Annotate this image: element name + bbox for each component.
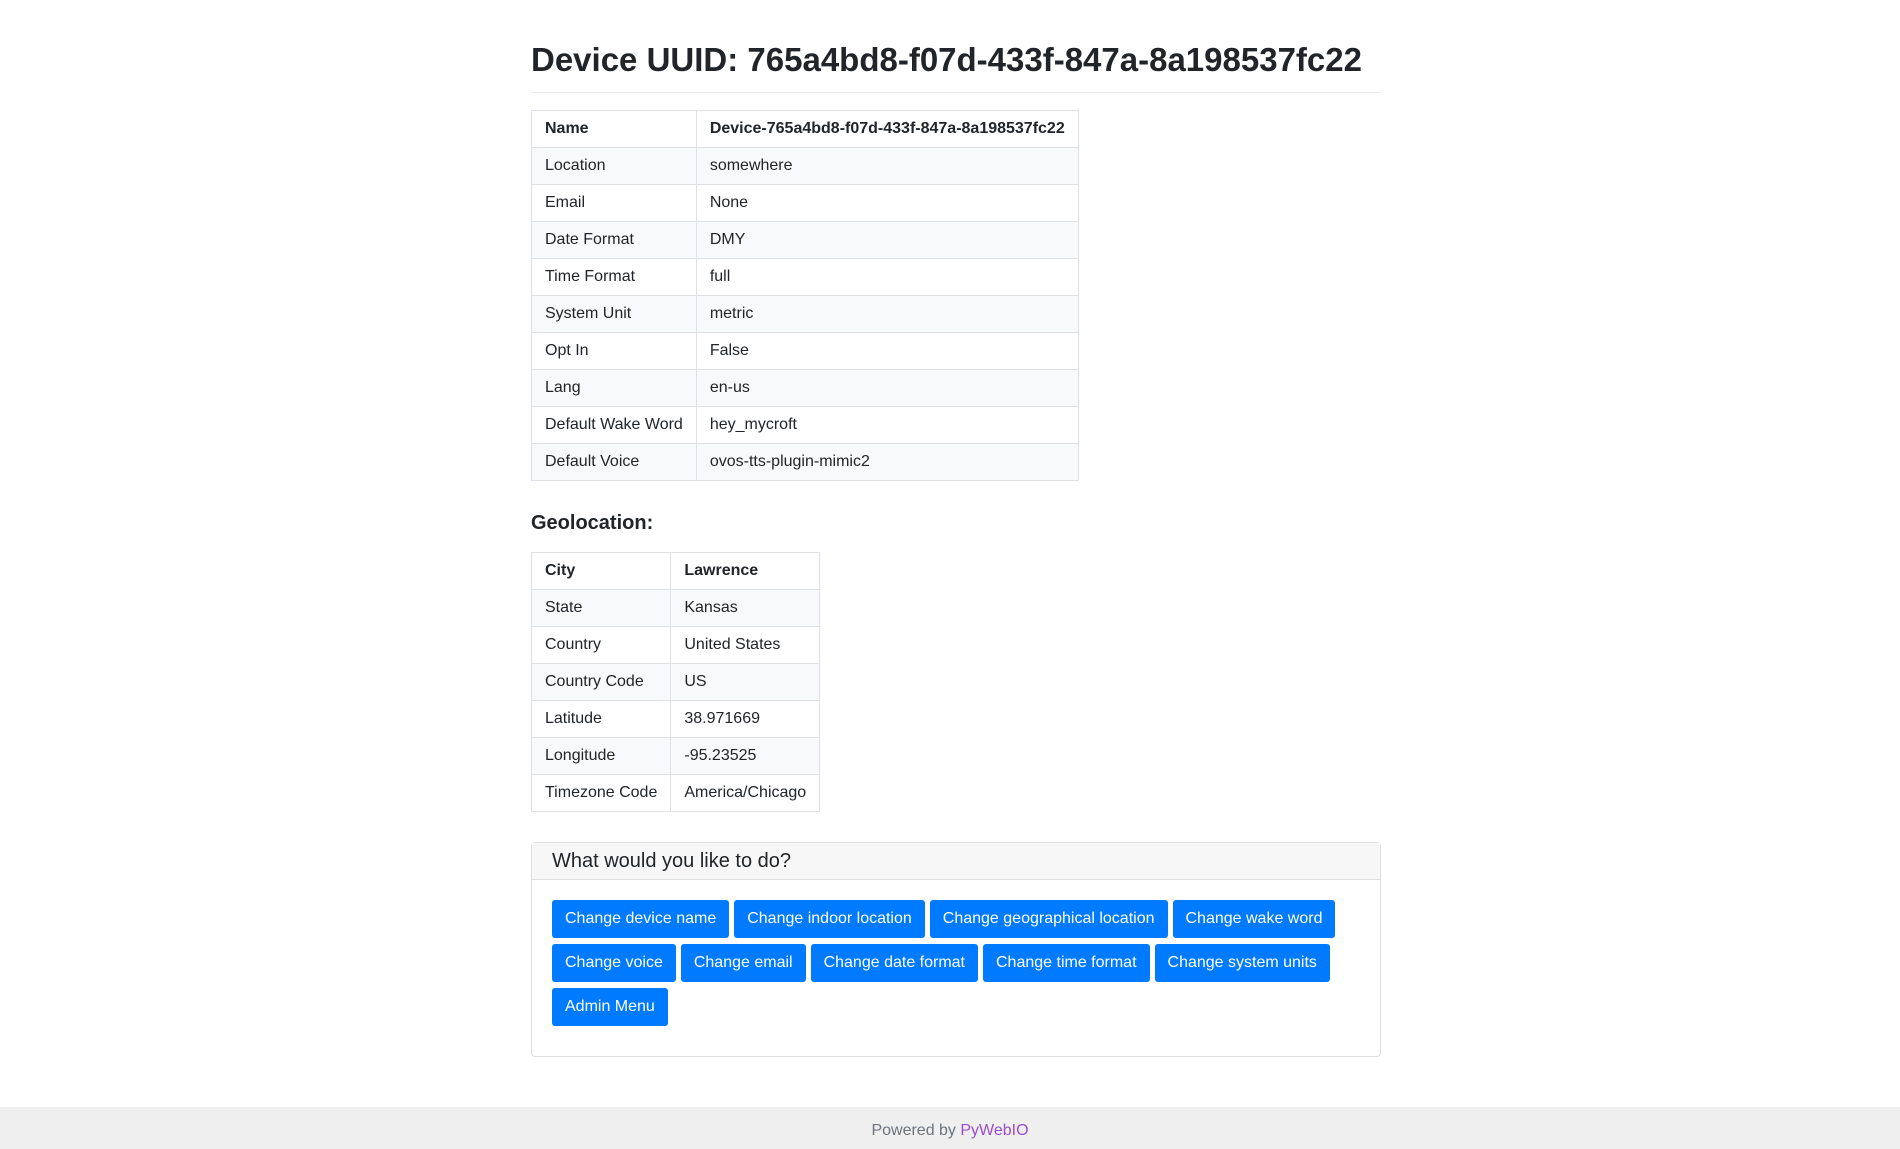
change-system-units-button[interactable]: Change system units <box>1154 944 1330 982</box>
field-value: Kansas <box>670 589 821 627</box>
field-label: Timezone Code <box>530 774 672 812</box>
device-info-table: Name Device-765a4bd8-f07d-433f-847a-8a198… <box>531 110 1079 481</box>
footer: Powered by PyWebIO <box>0 1107 1900 1149</box>
table-row: Default Voice ovos-tts-plugin-mimic2 <box>531 443 1079 481</box>
field-value: metric <box>695 295 1079 333</box>
geolocation-heading: Geolocation: <box>531 512 654 534</box>
footer-prefix: Powered by <box>871 1122 961 1139</box>
change-time-format-button[interactable]: Change time format <box>983 944 1150 982</box>
field-label: Location <box>531 147 697 185</box>
field-label: Lang <box>531 369 697 407</box>
table-row: Name Device-765a4bd8-f07d-433f-847a-8a198… <box>531 110 1079 148</box>
field-label: Country Code <box>530 663 672 701</box>
pywebio-link[interactable]: PyWebIO <box>960 1122 1028 1139</box>
table-row: Lang en-us <box>531 369 1079 407</box>
field-value: None <box>695 184 1079 222</box>
field-value: America/Chicago <box>670 774 821 812</box>
field-label: Date Format <box>531 221 697 259</box>
table-row: Date Format DMY <box>531 221 1079 259</box>
field-value: US <box>670 663 821 701</box>
field-value: False <box>695 332 1079 370</box>
actions-card: What would you like to do? Change device… <box>531 842 1381 1057</box>
table-row: State Kansas <box>530 589 821 627</box>
field-value: Lawrence <box>670 552 821 590</box>
admin-menu-button[interactable]: Admin Menu <box>552 988 668 1026</box>
table-row: Location somewhere <box>531 147 1079 185</box>
field-value: United States <box>670 626 821 664</box>
field-value: 38.971669 <box>670 700 821 738</box>
field-label: Time Format <box>531 258 697 296</box>
change-device-name-button[interactable]: Change device name <box>552 900 730 938</box>
field-label: Longitude <box>530 737 672 775</box>
geolocation-table: City Lawrence State Kansas Country United S… <box>530 552 821 812</box>
change-indoor-location-button[interactable]: Change indoor location <box>734 900 925 938</box>
field-value: full <box>695 258 1079 296</box>
field-value: ovos-tts-plugin-mimic2 <box>695 443 1079 481</box>
actions-card-header: What would you like to do? <box>532 843 1380 880</box>
actions-card-body: Change device name Change indoor locatio… <box>532 880 1380 1056</box>
table-row: City Lawrence <box>530 552 821 590</box>
table-row: Country United States <box>530 626 821 664</box>
field-label: Country <box>530 626 672 664</box>
page: Device UUID: 765a4bd8-f07d-433f-847a-8a1… <box>0 0 1900 1149</box>
change-voice-button[interactable]: Change voice <box>552 944 676 982</box>
action-button-group: Change device name Change indoor locatio… <box>552 900 1360 1026</box>
change-email-button[interactable]: Change email <box>680 944 806 982</box>
change-date-format-button[interactable]: Change date format <box>810 944 978 982</box>
main-container: Device UUID: 765a4bd8-f07d-433f-847a-8a1… <box>530 0 1381 1057</box>
field-label: Opt In <box>531 332 697 370</box>
field-value: en-us <box>695 369 1079 407</box>
field-label: Default Voice <box>531 443 697 481</box>
table-row: Time Format full <box>531 258 1079 296</box>
field-value: -95.23525 <box>670 737 821 775</box>
field-value: hey_mycroft <box>695 406 1079 444</box>
table-row: Latitude 38.971669 <box>530 700 821 738</box>
change-wake-word-button[interactable]: Change wake word <box>1172 900 1336 938</box>
table-row: Email None <box>531 184 1079 222</box>
field-value: DMY <box>695 221 1079 259</box>
field-label: Default Wake Word <box>531 406 697 444</box>
table-row: System Unit metric <box>531 295 1079 333</box>
table-row: Timezone Code America/Chicago <box>530 774 821 812</box>
change-geographical-location-button[interactable]: Change geographical location <box>929 900 1168 938</box>
field-label: Latitude <box>530 700 672 738</box>
field-value: somewhere <box>695 147 1079 185</box>
table-row: Default Wake Word hey_mycroft <box>531 406 1079 444</box>
table-row: Country Code US <box>530 663 821 701</box>
table-row: Longitude -95.23525 <box>530 737 821 775</box>
field-label: Email <box>531 184 697 222</box>
table-row: Opt In False <box>531 332 1079 370</box>
field-label: System Unit <box>531 295 697 333</box>
field-value: Device-765a4bd8-f07d-433f-847a-8a198537f… <box>695 110 1079 148</box>
field-label: City <box>530 552 672 590</box>
field-label: Name <box>531 110 697 148</box>
page-title: Device UUID: 765a4bd8-f07d-433f-847a-8a1… <box>531 0 1381 93</box>
field-label: State <box>530 589 672 627</box>
